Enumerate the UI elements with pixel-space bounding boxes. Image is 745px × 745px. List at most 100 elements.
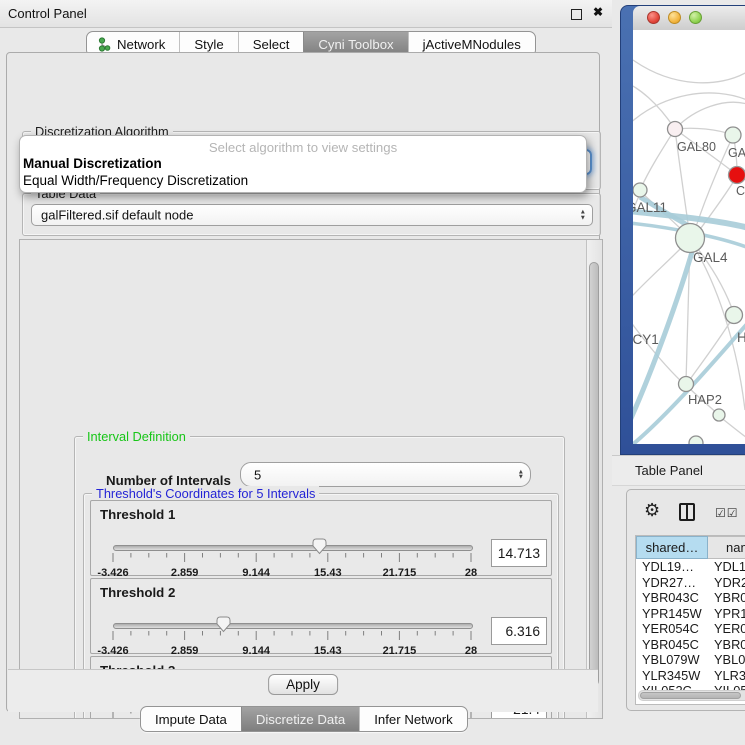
- minimize-traffic-light-icon[interactable]: [668, 11, 681, 24]
- zoom-traffic-light-icon[interactable]: [689, 11, 702, 24]
- algorithm-popup-item-manual[interactable]: Manual Discretization: [23, 156, 162, 171]
- table-row[interactable]: YBL079W YBL079W: [636, 652, 745, 668]
- table-row[interactable]: YER054CYER054C: [636, 621, 745, 637]
- network-node-gal4[interactable]: [676, 224, 705, 253]
- network-node-gal11[interactable]: [633, 183, 647, 197]
- network-node-label: GAL: [728, 146, 745, 160]
- threshold-slider-thumb[interactable]: [312, 538, 327, 555]
- network-edge: [633, 60, 745, 83]
- name-cell: YBR045C: [714, 637, 745, 653]
- tab-discretize-data[interactable]: Discretize Data: [241, 707, 359, 731]
- network-window-titlebar: [633, 6, 745, 31]
- num-intervals-value: 5: [254, 467, 261, 482]
- close-traffic-light-icon[interactable]: [647, 11, 660, 24]
- network-edge: [690, 240, 745, 410]
- settings-scroll-area: Interval Definition Number of Intervals …: [19, 239, 603, 719]
- name-cell: YDR27: [714, 575, 745, 591]
- name-cell: YLR345W: [714, 668, 745, 684]
- name-cell: YER054C: [714, 621, 745, 637]
- algorithm-popup: Select algorithm to view settings Manual…: [19, 135, 587, 193]
- network-node-hap2[interactable]: [679, 377, 694, 392]
- network-node-label: C: [736, 184, 745, 198]
- num-intervals-combo[interactable]: 5 ▲▼: [240, 462, 531, 487]
- threshold-slider-ruler: -3.4262.8599.14415.4321.71528: [113, 630, 471, 657]
- threshold-value-field[interactable]: 6.316: [491, 617, 547, 645]
- apply-button[interactable]: Apply: [268, 674, 338, 695]
- table-rows: YDL19…YDL19YDR27…YDR27YBR043CYBR043CYPR1…: [636, 559, 745, 699]
- network-node-gal[interactable]: [725, 127, 741, 143]
- threshold-coordinates-title: Threshold's Coordinates for 5 Intervals: [92, 486, 319, 501]
- network-canvas[interactable]: GAL80GALCGAL11GAL4GCY1HHAP2: [633, 30, 745, 444]
- table-row[interactable]: YBR045C YBR045C: [636, 637, 745, 653]
- shared-name-cell: YBR045C: [642, 637, 706, 653]
- threshold-panel-2: Threshold 2 -3.4262.8599.14415.4321.71528…: [90, 578, 552, 654]
- app-root: Control Panel ✖ NetworkStyleSelectCyni T…: [0, 0, 745, 745]
- threshold-slider-thumb[interactable]: [216, 616, 231, 633]
- network-node[interactable]: [713, 409, 725, 421]
- network-node-label: GCY1: [633, 332, 659, 347]
- cyni-toolbox-panel: Discretization Algorithm Select algorith…: [6, 52, 600, 712]
- network-node-label: GAL4: [693, 250, 728, 265]
- table-panel-body: ⚙ ☑☑ shared… name YDL19…YDL19YDR27…YDR27…: [626, 489, 745, 711]
- control-panel-titlebar: Control Panel ✖: [0, 0, 612, 28]
- network-node-label: GAL80: [677, 140, 716, 154]
- name-cell: YBR043C: [714, 590, 745, 606]
- control-panel: Control Panel ✖ NetworkStyleSelectCyni T…: [0, 0, 612, 745]
- interval-definition-title: Interval Definition: [83, 429, 190, 444]
- table-panel-title: Table Panel: [635, 463, 703, 478]
- network-edge: [675, 128, 733, 135]
- network-node-label: GAL11: [633, 200, 667, 215]
- column-header-name[interactable]: name: [708, 536, 745, 559]
- algorithm-popup-prompt: Select algorithm to view settings: [20, 140, 586, 155]
- shared-name-cell: YPR145W: [642, 606, 706, 622]
- shared-name-cell: YBL079W: [642, 652, 706, 668]
- float-icon[interactable]: [571, 9, 582, 20]
- shared-name-cell: YLR345W: [642, 668, 706, 684]
- settings-scrollbar[interactable]: [586, 240, 602, 718]
- network-icon: [98, 37, 111, 52]
- network-window: GAL80GALCGAL11GAL4GCY1HHAP2: [620, 5, 745, 455]
- threshold-label: Threshold 2: [100, 585, 175, 600]
- shared-name-cell: YBR043C: [642, 590, 706, 606]
- network-edge: [633, 82, 675, 129]
- gear-icon[interactable]: ⚙: [644, 500, 660, 521]
- threshold-slider-track[interactable]: [113, 623, 473, 629]
- tab-infer-network[interactable]: Infer Network: [359, 707, 466, 731]
- tab-impute-data[interactable]: Impute Data: [141, 707, 241, 731]
- close-icon[interactable]: ✖: [593, 5, 603, 19]
- algorithm-popup-item-equal-width[interactable]: Equal Width/Frequency Discretization: [23, 173, 248, 188]
- table-data-combo-value: galFiltered.sif default node: [41, 208, 193, 223]
- threshold-slider-track[interactable]: [113, 545, 473, 551]
- network-edge: [675, 102, 745, 129]
- network-node[interactable]: [689, 436, 703, 444]
- threshold-slider-ruler: -3.4262.8599.14415.4321.71528: [113, 552, 471, 579]
- network-node-label: HAP2: [688, 392, 722, 407]
- columns-icon[interactable]: [679, 503, 695, 521]
- bottom-tab-bar: Impute DataDiscretize DataInfer Network: [140, 706, 468, 732]
- threshold-label: Threshold 1: [100, 507, 175, 522]
- network-node-h[interactable]: [726, 307, 743, 324]
- name-cell: YBL079W: [714, 652, 745, 668]
- name-cell: YPR145W: [714, 606, 745, 622]
- table-panel-header: Table Panel: [612, 455, 745, 486]
- table-data-combo[interactable]: galFiltered.sif default node ▲▼: [31, 204, 593, 226]
- shared-name-cell: YDR27…: [642, 575, 706, 591]
- table-row[interactable]: YLR345W YLR345W: [636, 668, 745, 684]
- threshold-value-field[interactable]: 14.713: [491, 539, 547, 567]
- table-horizontal-scrollbar[interactable]: [638, 690, 745, 701]
- table-row[interactable]: YDR27… YDR27: [636, 575, 745, 591]
- page-title: Control Panel: [8, 6, 87, 21]
- network-node-c[interactable]: [729, 167, 745, 184]
- table-row[interactable]: YBR043C YBR043C: [636, 590, 745, 606]
- node-table[interactable]: shared… name YDL19…YDL19YDR27…YDR27YBR04…: [635, 535, 745, 705]
- column-header-shared-name[interactable]: shared…: [636, 536, 708, 559]
- shared-name-cell: YDL19…: [642, 559, 706, 575]
- combo-stepper-icon: ▲▼: [518, 469, 524, 480]
- table-row[interactable]: YDL19…YDL19: [636, 559, 745, 575]
- right-region: GAL80GALCGAL11GAL4GCY1HHAP2 Table Panel …: [612, 0, 745, 745]
- select-columns-checkbox-icon[interactable]: ☑☑: [715, 506, 739, 520]
- network-node-gal80[interactable]: [668, 122, 683, 137]
- threshold-panel-1: Threshold 1 -3.4262.8599.14415.4321.71528…: [90, 500, 552, 576]
- table-row[interactable]: YPR145W YPR145W: [636, 606, 745, 622]
- table-panel-toolbar: ⚙ ☑☑: [627, 490, 745, 534]
